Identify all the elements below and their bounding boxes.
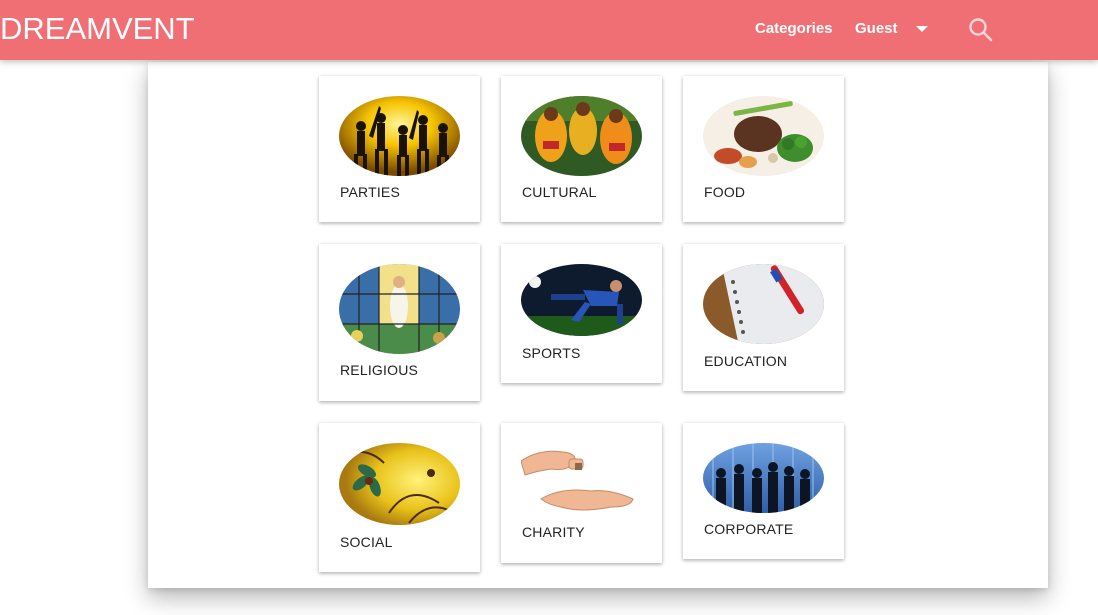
category-label: CORPORATE <box>704 521 794 537</box>
category-label: SOCIAL <box>340 534 393 550</box>
brand-logo[interactable]: DREAMVENT <box>0 11 195 47</box>
social-image <box>339 443 460 525</box>
category-card-parties[interactable]: PARTIES <box>319 76 480 222</box>
category-label: CULTURAL <box>522 184 597 200</box>
category-card-social[interactable]: SOCIAL <box>319 423 480 572</box>
category-card-religious[interactable]: RELIGIOUS <box>319 244 480 401</box>
cultural-image <box>521 96 642 176</box>
search-icon[interactable] <box>968 17 994 43</box>
category-label: SPORTS <box>522 345 581 361</box>
parties-image <box>339 96 460 176</box>
category-label: CHARITY <box>522 524 585 540</box>
category-card-food[interactable]: FOOD <box>683 76 844 222</box>
charity-image <box>521 450 634 511</box>
category-label: EDUCATION <box>704 353 788 369</box>
category-card-corporate[interactable]: CORPORATE <box>683 423 844 559</box>
top-app-bar: DREAMVENT Categories Guest <box>0 0 1098 60</box>
category-label: FOOD <box>704 184 746 200</box>
education-image <box>703 264 824 344</box>
category-card-sports[interactable]: SPORTS <box>501 244 662 383</box>
caret-down-icon[interactable] <box>916 26 928 32</box>
category-card-education[interactable]: EDUCATION <box>683 244 844 391</box>
nav-guest-menu[interactable]: Guest <box>855 20 898 37</box>
nav-categories-link[interactable]: Categories <box>755 20 833 37</box>
sports-image <box>521 264 642 336</box>
category-label: RELIGIOUS <box>340 362 419 378</box>
corporate-image <box>703 443 824 513</box>
category-card-charity[interactable]: CHARITY <box>501 423 662 563</box>
category-card-cultural[interactable]: CULTURAL <box>501 76 662 222</box>
religious-image <box>339 264 460 354</box>
category-label: PARTIES <box>340 184 401 200</box>
food-image <box>703 96 824 176</box>
